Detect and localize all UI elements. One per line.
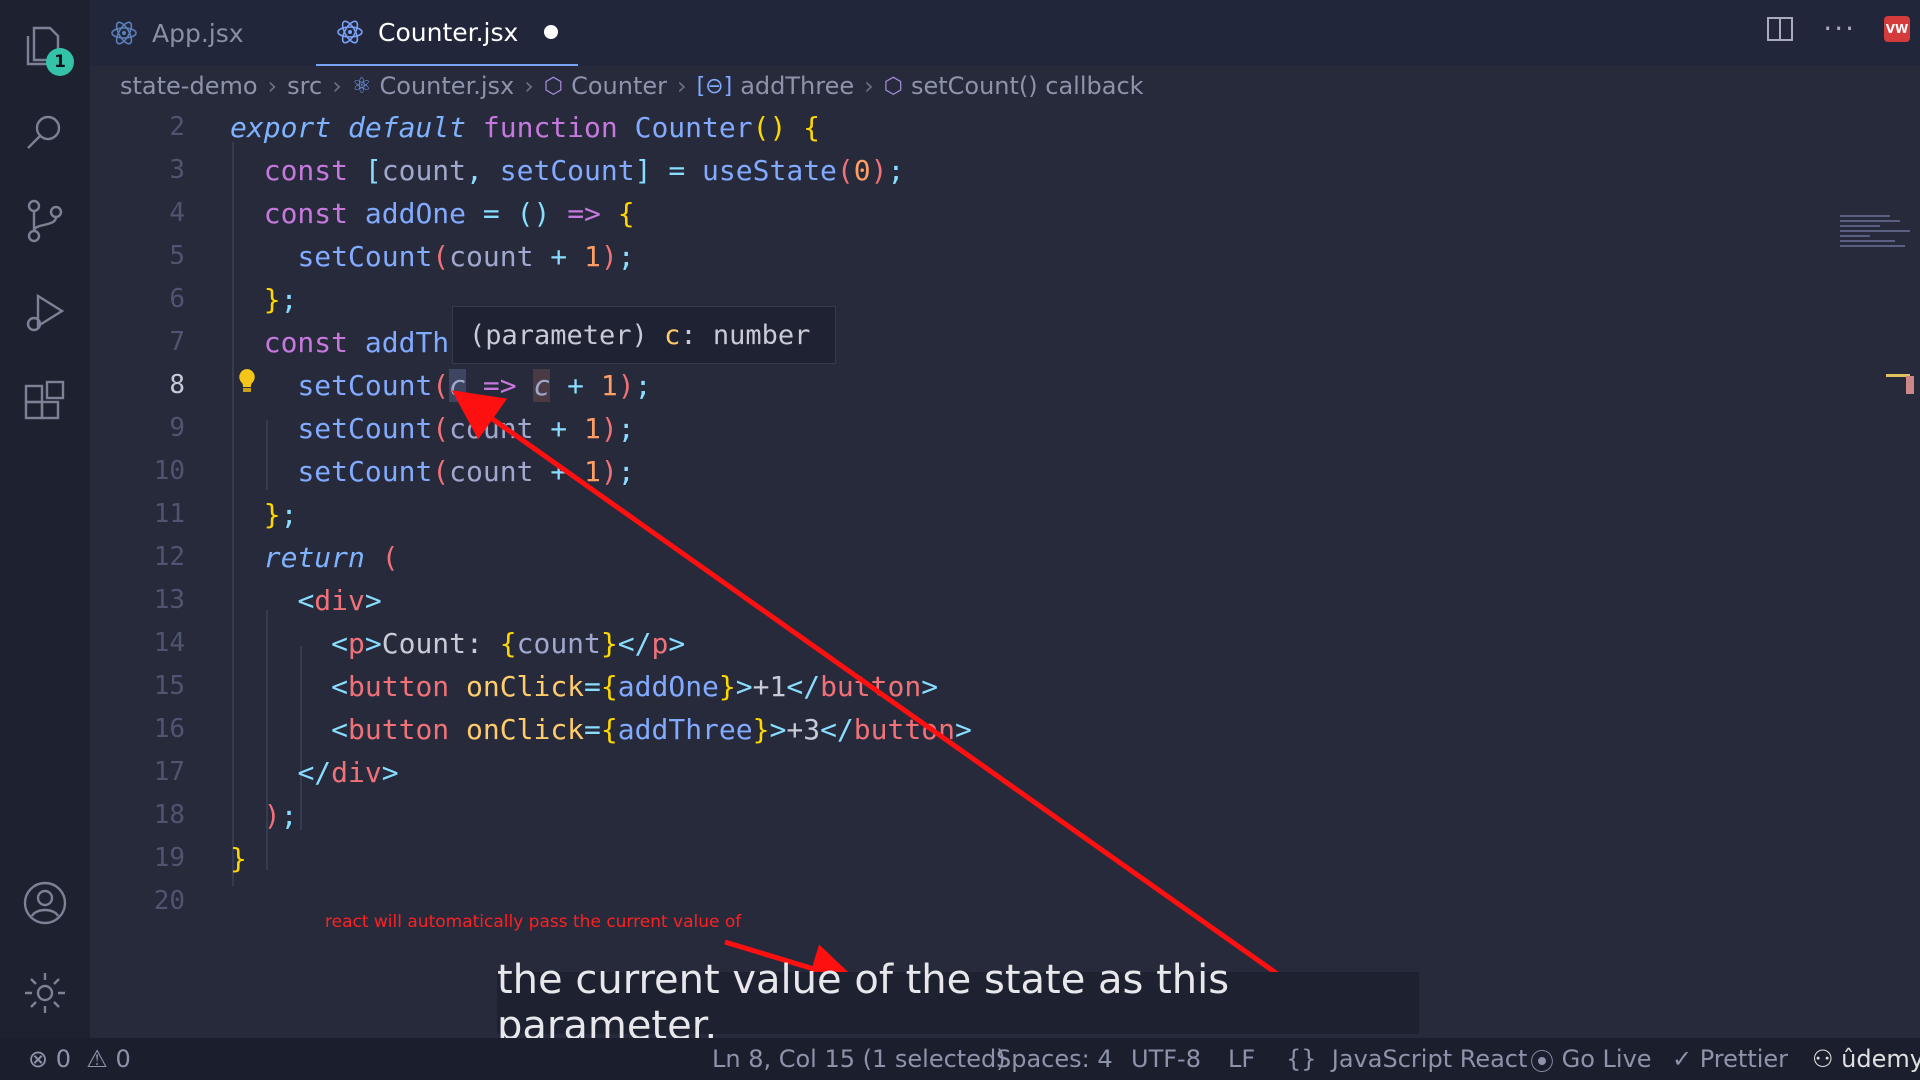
annotation-arrows (451, 390, 1302, 993)
video-subtitle: the current value of the state as this p… (497, 957, 1419, 1049)
end-of-line[interactable]: LF (1228, 1038, 1255, 1080)
prettier-status[interactable]: ✓ Prettier (1672, 1038, 1788, 1080)
cursor-position[interactable]: Ln 8, Col 15 (1 selected) (712, 1038, 1006, 1080)
go-live-button[interactable]: ⦿ Go Live (1530, 1038, 1652, 1080)
indentation[interactable]: Spaces: 4 (996, 1038, 1113, 1080)
status-bar: ⊗ 0 ⚠ 0 Ln 8, Col 15 (1 selected) Spaces… (0, 1038, 1920, 1080)
check-icon: ✓ (1672, 1045, 1700, 1073)
error-icon: ⊗ (28, 1045, 56, 1073)
broadcast-icon: ⦿ (1530, 1047, 1562, 1076)
warning-icon: ⚠ (71, 1045, 116, 1073)
udemy-watermark: ⚇ ûdemy (1812, 1045, 1920, 1073)
braces-icon: {} (1286, 1045, 1332, 1073)
annotation-arrow (451, 390, 1302, 993)
person-icon: ⚇ (1812, 1045, 1842, 1073)
annotation-note: react will automatically pass the curren… (325, 912, 742, 932)
language-mode[interactable]: {} JavaScript React (1286, 1038, 1527, 1080)
encoding[interactable]: UTF-8 (1131, 1038, 1201, 1080)
problems-indicator[interactable]: ⊗ 0 ⚠ 0 (28, 1038, 131, 1080)
